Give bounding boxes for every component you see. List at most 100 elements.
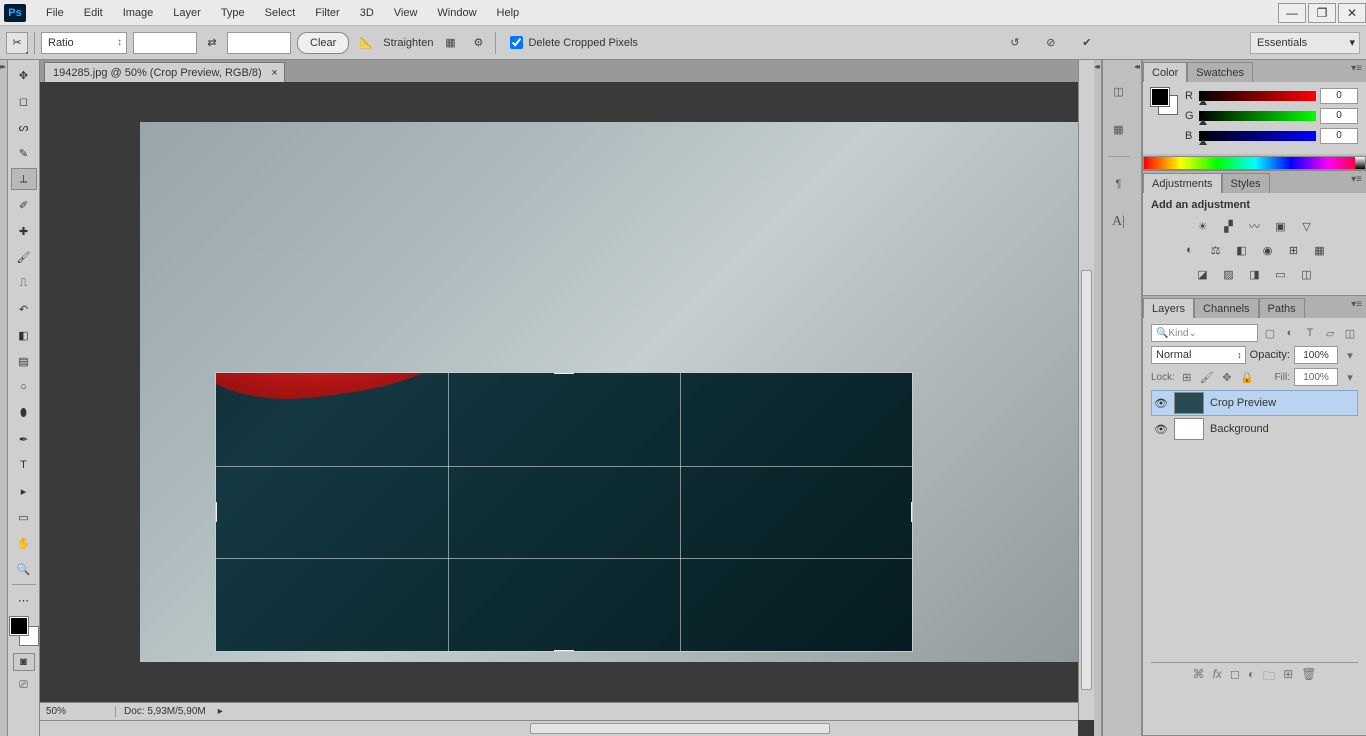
shape-tool[interactable]: ▭ (11, 506, 37, 528)
filter-shape-icon[interactable]: ▱ (1322, 325, 1338, 341)
workspace-select[interactable]: Essentials (1250, 32, 1360, 54)
crop-handle-tr[interactable] (901, 372, 913, 384)
tab-paths[interactable]: Paths (1259, 298, 1305, 318)
brightness-adj-icon[interactable]: ☀ (1194, 217, 1212, 235)
invert-adj-icon[interactable]: ◪ (1194, 265, 1212, 283)
eyedropper-tool[interactable]: ✐ (11, 194, 37, 216)
menu-layer[interactable]: Layer (163, 3, 211, 23)
g-slider[interactable] (1199, 111, 1316, 121)
lock-position-icon[interactable]: ✥ (1219, 369, 1235, 385)
overlay-grid-icon[interactable]: ▦ (439, 32, 461, 54)
vertical-scroll-thumb[interactable] (1081, 270, 1092, 690)
layer-item-background[interactable]: 👁 Background (1151, 416, 1358, 442)
crop-tool[interactable]: ⟂ (11, 168, 37, 190)
new-adj-layer-icon[interactable]: ◐ (1248, 667, 1255, 688)
crop-handle-right[interactable] (911, 502, 913, 522)
ratio-preset-select[interactable]: Ratio (41, 32, 127, 54)
blur-tool[interactable]: ○ (11, 376, 37, 398)
straighten-icon[interactable]: 📐 (355, 32, 377, 54)
healing-tool[interactable]: ✚ (11, 220, 37, 242)
layer-item-crop-preview[interactable]: 👁 Crop Preview (1151, 390, 1358, 416)
horizontal-scrollbar[interactable] (40, 720, 1078, 736)
history-panel-icon[interactable]: ◫ (1108, 80, 1130, 102)
bw-adj-icon[interactable]: ◧ (1233, 241, 1251, 259)
menu-select[interactable]: Select (255, 3, 306, 23)
menu-image[interactable]: Image (113, 3, 164, 23)
menu-type[interactable]: Type (211, 3, 255, 23)
foreground-color-swatch[interactable] (10, 617, 28, 635)
g-value-input[interactable]: 0 (1320, 108, 1358, 124)
right-collapse-strip[interactable]: ◂◂ (1134, 60, 1142, 736)
zoom-level[interactable]: 50% (46, 706, 116, 717)
visibility-eye-icon[interactable]: 👁 (1154, 397, 1168, 410)
vertical-scrollbar[interactable] (1078, 60, 1094, 720)
tab-styles[interactable]: Styles (1222, 173, 1270, 193)
crop-height-input[interactable] (227, 32, 291, 54)
menu-help[interactable]: Help (487, 3, 530, 23)
crop-handle-tl[interactable] (215, 372, 227, 384)
selective-color-adj-icon[interactable]: ◫ (1298, 265, 1316, 283)
hue-adj-icon[interactable]: ◐ (1181, 241, 1199, 259)
filter-smart-icon[interactable]: ◫ (1342, 325, 1358, 341)
layer-filter-select[interactable]: 🔍 Kind ⌄ (1151, 324, 1258, 342)
vibrance-adj-icon[interactable]: ▽ (1298, 217, 1316, 235)
crop-handle-br[interactable] (901, 640, 913, 652)
menu-edit[interactable]: Edit (74, 3, 113, 23)
link-layers-icon[interactable]: ⌘ (1193, 667, 1205, 688)
menu-3d[interactable]: 3D (350, 3, 384, 23)
close-tab-icon[interactable]: × (271, 67, 277, 79)
commit-crop-icon[interactable]: ✔ (1076, 32, 1098, 54)
paragraph-panel-icon[interactable]: ¶ (1108, 173, 1130, 195)
eraser-tool[interactable]: ◧ (11, 324, 37, 346)
color-panel-menu-icon[interactable]: ▾≡ (1351, 63, 1362, 74)
crop-marquee[interactable] (215, 372, 913, 652)
clear-button[interactable]: Clear (297, 32, 349, 54)
color-chips[interactable] (1151, 88, 1177, 114)
gradient-map-adj-icon[interactable]: ▭ (1272, 265, 1290, 283)
r-slider[interactable] (1199, 91, 1316, 101)
blend-mode-select[interactable]: Normal (1151, 346, 1246, 364)
tab-adjustments[interactable]: Adjustments (1143, 173, 1222, 193)
gradient-tool[interactable]: ▤ (11, 350, 37, 372)
brush-tool[interactable]: 🖌 (11, 246, 37, 268)
new-layer-icon[interactable]: ⊞ (1283, 667, 1293, 688)
filter-pixel-icon[interactable]: ▢ (1262, 325, 1278, 341)
document-tab[interactable]: 194285.jpg @ 50% (Crop Preview, RGB/8) × (44, 62, 285, 82)
swap-dimensions-icon[interactable]: ⇄ (203, 34, 221, 52)
lasso-tool[interactable]: ᔕ (11, 116, 37, 138)
pen-tool[interactable]: ✒ (11, 428, 37, 450)
fill-input[interactable]: 100% (1294, 368, 1338, 386)
delete-cropped-input[interactable] (510, 36, 523, 49)
move-tool[interactable]: ✥ (11, 64, 37, 86)
tab-color[interactable]: Color (1143, 62, 1187, 82)
crop-tool-icon[interactable]: ✂ (6, 32, 28, 54)
fill-dropdown-icon[interactable]: ▾ (1342, 369, 1358, 385)
lock-transparent-icon[interactable]: ⊞ (1179, 369, 1195, 385)
photo-filter-adj-icon[interactable]: ◉ (1259, 241, 1277, 259)
left-collapse-strip[interactable]: ▸▸ (0, 60, 8, 736)
clone-tool[interactable]: ⎍ (11, 272, 37, 294)
maximize-button[interactable]: ❐ (1308, 3, 1336, 23)
visibility-eye-icon[interactable]: 👁 (1154, 423, 1168, 436)
adjustments-panel-menu-icon[interactable]: ▾≡ (1351, 174, 1362, 185)
filter-type-icon[interactable]: T (1302, 325, 1318, 341)
curves-adj-icon[interactable]: 〰 (1246, 217, 1264, 235)
crop-handle-bl[interactable] (215, 640, 227, 652)
filter-adj-icon[interactable]: ◐ (1282, 325, 1298, 341)
spectrum-bar[interactable] (1143, 156, 1366, 170)
minimize-button[interactable]: — (1278, 3, 1306, 23)
marquee-tool[interactable]: ◻ (11, 90, 37, 112)
layer-fx-icon[interactable]: fx (1213, 667, 1222, 688)
b-value-input[interactable]: 0 (1320, 128, 1358, 144)
lookup-adj-icon[interactable]: ▦ (1311, 241, 1329, 259)
b-slider[interactable] (1199, 131, 1316, 141)
quick-select-tool[interactable]: ✎ (11, 142, 37, 164)
crop-handle-left[interactable] (215, 502, 217, 522)
layer-thumbnail[interactable] (1174, 392, 1204, 414)
cancel-crop-icon[interactable]: ⊘ (1040, 32, 1062, 54)
character-panel-icon[interactable]: A| (1108, 211, 1130, 233)
crop-handle-bottom[interactable] (554, 650, 574, 652)
r-value-input[interactable]: 0 (1320, 88, 1358, 104)
menu-file[interactable]: File (36, 3, 74, 23)
edit-toolbar-icon[interactable]: ⋯ (11, 589, 37, 611)
